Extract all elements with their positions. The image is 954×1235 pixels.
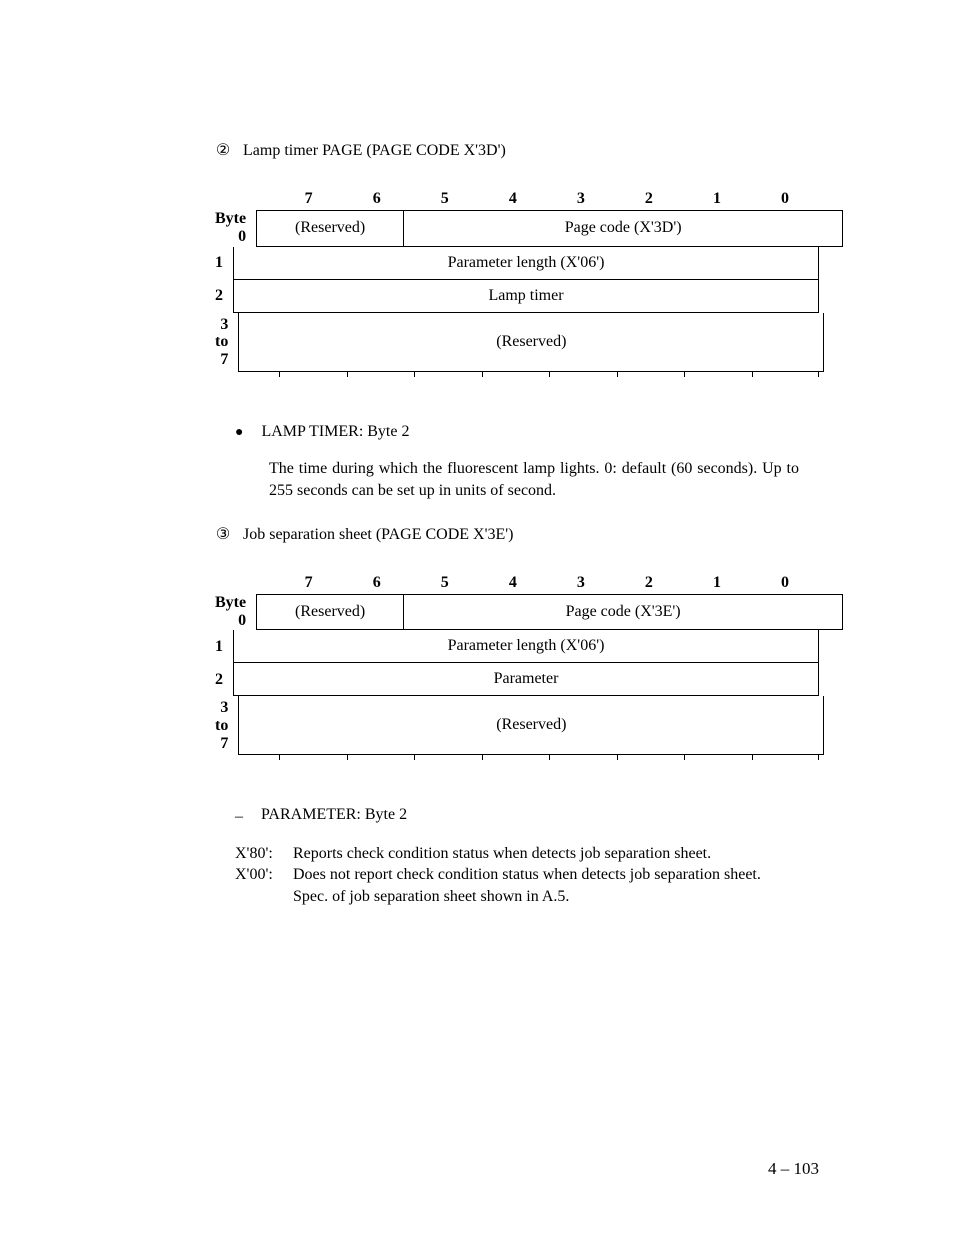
bit-col: 4 <box>479 190 547 208</box>
table-row: 3 to 7 (Reserved) <box>215 313 819 372</box>
code-value: Does not report check condition status w… <box>293 864 773 886</box>
table-cell: Parameter length (X'06') <box>233 630 819 662</box>
bullet-icon: ● <box>235 423 243 443</box>
section-heading-2: ③ Job separation sheet (PAGE CODE X'3E') <box>215 524 819 544</box>
bullet-heading: LAMP TIMER: Byte 2 <box>261 423 409 443</box>
byte-table-2: Byte 0 (Reserved) Page code (X'3E') 1 Pa… <box>215 594 819 756</box>
table-cell: Parameter <box>233 663 819 695</box>
table-row: 3 to 7 (Reserved) <box>215 696 819 755</box>
bit-col: 4 <box>479 574 547 592</box>
table-row: 2 Parameter <box>215 663 819 696</box>
code-key: X'00': <box>235 864 293 886</box>
dash-icon: – <box>235 806 243 828</box>
bit-col: 0 <box>751 574 819 592</box>
bit-col: 3 <box>547 190 615 208</box>
table-cell: Parameter length (X'06') <box>233 247 819 279</box>
bit-col: 5 <box>411 574 479 592</box>
bit-col: 5 <box>411 190 479 208</box>
byte-table-1: Byte 0 (Reserved) Page code (X'3D') 1 Pa… <box>215 210 819 372</box>
section-number-icon: ③ <box>215 524 231 544</box>
bit-col: 1 <box>683 190 751 208</box>
byte-label: 1 <box>215 630 233 663</box>
table-row: 1 Parameter length (X'06') <box>215 630 819 663</box>
table-row: Byte 0 (Reserved) Page code (X'3D') <box>215 210 819 247</box>
code-note: Spec. of job separation sheet shown in A… <box>293 886 773 908</box>
section-title: Job separation sheet (PAGE CODE X'3E') <box>243 526 513 544</box>
bit-col: 2 <box>615 190 683 208</box>
table-row: 1 Parameter length (X'06') <box>215 247 819 280</box>
byte-label: 1 <box>215 247 233 280</box>
table-cell: (Reserved) <box>238 696 824 754</box>
bit-header: 7 6 5 4 3 2 1 0 <box>215 574 819 592</box>
byte-label: 2 <box>215 663 233 696</box>
bit-col: 0 <box>751 190 819 208</box>
bit-header: 7 6 5 4 3 2 1 0 <box>215 190 819 208</box>
table-cell: (Reserved) <box>256 595 403 630</box>
table-row: 2 Lamp timer <box>215 280 819 313</box>
dash-heading: PARAMETER: Byte 2 <box>261 806 407 828</box>
page-number: 4 – 103 <box>768 1159 819 1179</box>
byte-label: 2 <box>215 280 233 313</box>
table-cell: Lamp timer <box>233 280 819 312</box>
table-cell: (Reserved) <box>256 211 403 246</box>
code-definition-list: X'80': Reports check condition status wh… <box>235 843 819 908</box>
bit-col: 6 <box>343 190 411 208</box>
byte-label: 3 to 7 <box>215 313 238 372</box>
list-item: X'80': Reports check condition status wh… <box>235 843 819 865</box>
section-title: Lamp timer PAGE (PAGE CODE X'3D') <box>243 142 506 160</box>
list-item: X'00': Does not report check condition s… <box>235 864 819 886</box>
bullet-body: The time during which the fluorescent la… <box>269 458 799 501</box>
bit-col: 3 <box>547 574 615 592</box>
byte-label: 3 to 7 <box>215 696 238 755</box>
code-value: Reports check condition status when dete… <box>293 843 773 865</box>
bit-col: 7 <box>275 190 343 208</box>
table-cell: Page code (X'3E') <box>403 595 843 630</box>
byte-label: Byte 0 <box>215 594 256 631</box>
code-key: X'80': <box>235 843 293 865</box>
bit-col: 7 <box>275 574 343 592</box>
section-number-icon: ② <box>215 140 231 160</box>
table-cell: Page code (X'3D') <box>403 211 843 246</box>
byte-label: Byte 0 <box>215 210 256 247</box>
section-heading-1: ② Lamp timer PAGE (PAGE CODE X'3D') <box>215 140 819 160</box>
table-row: Byte 0 (Reserved) Page code (X'3E') <box>215 594 819 631</box>
table-cell: (Reserved) <box>238 313 824 371</box>
bullet-item: ● LAMP TIMER: Byte 2 <box>235 423 819 443</box>
bit-col: 6 <box>343 574 411 592</box>
bit-col: 1 <box>683 574 751 592</box>
bit-col: 2 <box>615 574 683 592</box>
dash-item: – PARAMETER: Byte 2 <box>235 806 819 828</box>
